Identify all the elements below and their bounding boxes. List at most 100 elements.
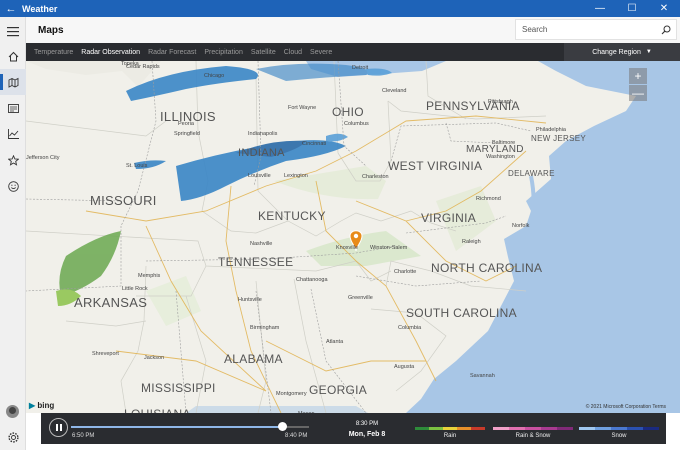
state-label: GEORGIA: [309, 383, 368, 397]
state-label: KENTUCKY: [258, 209, 326, 223]
legend-swatch: [443, 427, 457, 430]
current-time: 8:30 PM: [355, 421, 379, 427]
current-date: Mon, Feb 8: [348, 431, 386, 438]
city-label: Topeka: [121, 61, 139, 67]
city-label: Raleigh: [462, 239, 481, 245]
search-input[interactable]: Search: [522, 25, 656, 34]
settings-gear-icon[interactable]: [0, 424, 26, 450]
city-label: Cincinnati: [302, 141, 327, 147]
historical-weather-icon[interactable]: [0, 121, 26, 147]
legend-swatch: [627, 427, 643, 430]
city-label: Memphis: [138, 273, 161, 279]
legend-swatch: [429, 427, 443, 430]
search-box[interactable]: Search: [515, 19, 677, 40]
page-title: Maps: [38, 24, 64, 36]
city-label: Little Rock: [122, 286, 148, 292]
tab-cloud[interactable]: Cloud: [284, 49, 302, 56]
state-label: NEW JERSEY: [531, 134, 587, 143]
avatar[interactable]: [6, 405, 19, 418]
legend-rain-snow-label: Rain & Snow: [515, 433, 551, 439]
timeline-start-time: 6:50 PM: [72, 433, 95, 439]
timeline-track[interactable]: [71, 426, 309, 428]
maximize-button[interactable]: ☐: [616, 0, 648, 17]
city-label: Columbus: [344, 121, 369, 127]
city-label: Peoria: [178, 121, 194, 127]
city-label: Washington: [486, 154, 515, 160]
timeline-slider-thumb[interactable]: [278, 422, 288, 431]
city-label: Springfield: [174, 131, 200, 137]
state-label: OHIO: [332, 105, 364, 119]
city-label: Knoxville: [336, 245, 359, 251]
city-label: Huntsville: [238, 297, 262, 303]
city-label: Chattanooga: [296, 277, 328, 283]
legend-rain-snow-bar: [493, 427, 573, 430]
city-label: Jackson: [144, 355, 165, 361]
radar-timeline: 6:50 PM 8:40 PM 8:30 PM Mon, Feb 8 Rain …: [41, 413, 666, 444]
change-region-label: Change Region: [592, 48, 641, 56]
city-label: Richmond: [476, 196, 501, 202]
state-label: MISSOURI: [90, 193, 157, 208]
tab-radar-forecast[interactable]: Radar Forecast: [148, 49, 196, 56]
state-label: NORTH CAROLINA: [431, 261, 543, 275]
city-label: St. Louis: [126, 163, 148, 169]
legend-swatch: [471, 427, 485, 430]
city-label: Birmingham: [250, 325, 280, 331]
city-label: Baltimore: [492, 140, 516, 146]
city-label: Chicago: [204, 73, 225, 79]
search-icon[interactable]: [656, 20, 676, 40]
city-label: Savannah: [470, 373, 495, 379]
city-label: Fort Wayne: [288, 105, 317, 111]
legend-swatch: [579, 427, 595, 430]
bing-logo: ▶ bing: [29, 401, 55, 410]
city-label: Jefferson City: [26, 155, 60, 161]
legend-swatch: [457, 427, 471, 430]
favorites-icon[interactable]: [0, 147, 26, 173]
state-label: WEST VIRGINIA: [388, 159, 483, 173]
news-icon[interactable]: [0, 95, 26, 121]
feedback-icon[interactable]: [0, 173, 26, 199]
city-label: Augusta: [394, 364, 415, 370]
legend-swatch: [643, 427, 659, 430]
legend-swatch: [525, 427, 541, 430]
state-label: DELAWARE: [508, 169, 555, 178]
zoom-out-button[interactable]: —: [629, 85, 647, 101]
tab-radar-observation[interactable]: Radar Observation: [81, 49, 140, 56]
tab-precipitation[interactable]: Precipitation: [204, 49, 243, 56]
legend-swatch: [557, 427, 573, 430]
close-button[interactable]: ✕: [648, 0, 680, 17]
legend-rain-label: Rain: [443, 433, 457, 439]
zoom-in-button[interactable]: +: [629, 68, 647, 84]
tab-temperature[interactable]: Temperature: [34, 49, 73, 56]
chevron-down-icon: ▼: [645, 49, 652, 55]
state-label: TENNESSEE: [218, 255, 294, 269]
maps-icon[interactable]: [0, 69, 26, 95]
legend-swatch: [595, 427, 611, 430]
home-icon[interactable]: [0, 43, 26, 69]
title-bar: ← Weather — ☐ ✕: [0, 0, 680, 17]
state-label: ARKANSAS: [74, 295, 148, 310]
tab-satellite[interactable]: Satellite: [251, 49, 276, 56]
state-label: VIRGINIA: [421, 211, 477, 225]
map-copyright[interactable]: © 2021 Microsoft Corporation Terms: [586, 404, 666, 410]
city-label: Nashville: [250, 241, 273, 247]
minimize-button[interactable]: —: [584, 0, 616, 17]
city-label: Norfolk: [512, 223, 530, 229]
legend-swatch: [415, 427, 429, 430]
timeline-end-time: 8:40 PM: [285, 433, 308, 439]
city-label: Indianapolis: [248, 131, 278, 137]
city-label: Cleveland: [382, 88, 407, 94]
page-header: Maps Search: [26, 17, 680, 43]
back-arrow-icon[interactable]: ←: [0, 3, 22, 15]
change-region-button[interactable]: Change Region ▼: [564, 43, 680, 61]
tab-severe[interactable]: Severe: [310, 49, 332, 56]
hamburger-menu-icon[interactable]: [0, 19, 26, 45]
city-label: Charlotte: [394, 269, 417, 275]
pause-icon: [55, 424, 58, 431]
weather-map[interactable]: ILLINOIS OHIO PENNSYLVANIA INDIANA WEST VIRG…: [26, 61, 680, 413]
pause-button[interactable]: [49, 418, 68, 437]
city-label: Pittsburgh: [488, 99, 513, 105]
nav-rail: [0, 17, 26, 450]
city-label: Shreveport: [92, 351, 119, 357]
legend-swatch: [611, 427, 627, 430]
legend-snow-label: Snow: [611, 433, 627, 439]
